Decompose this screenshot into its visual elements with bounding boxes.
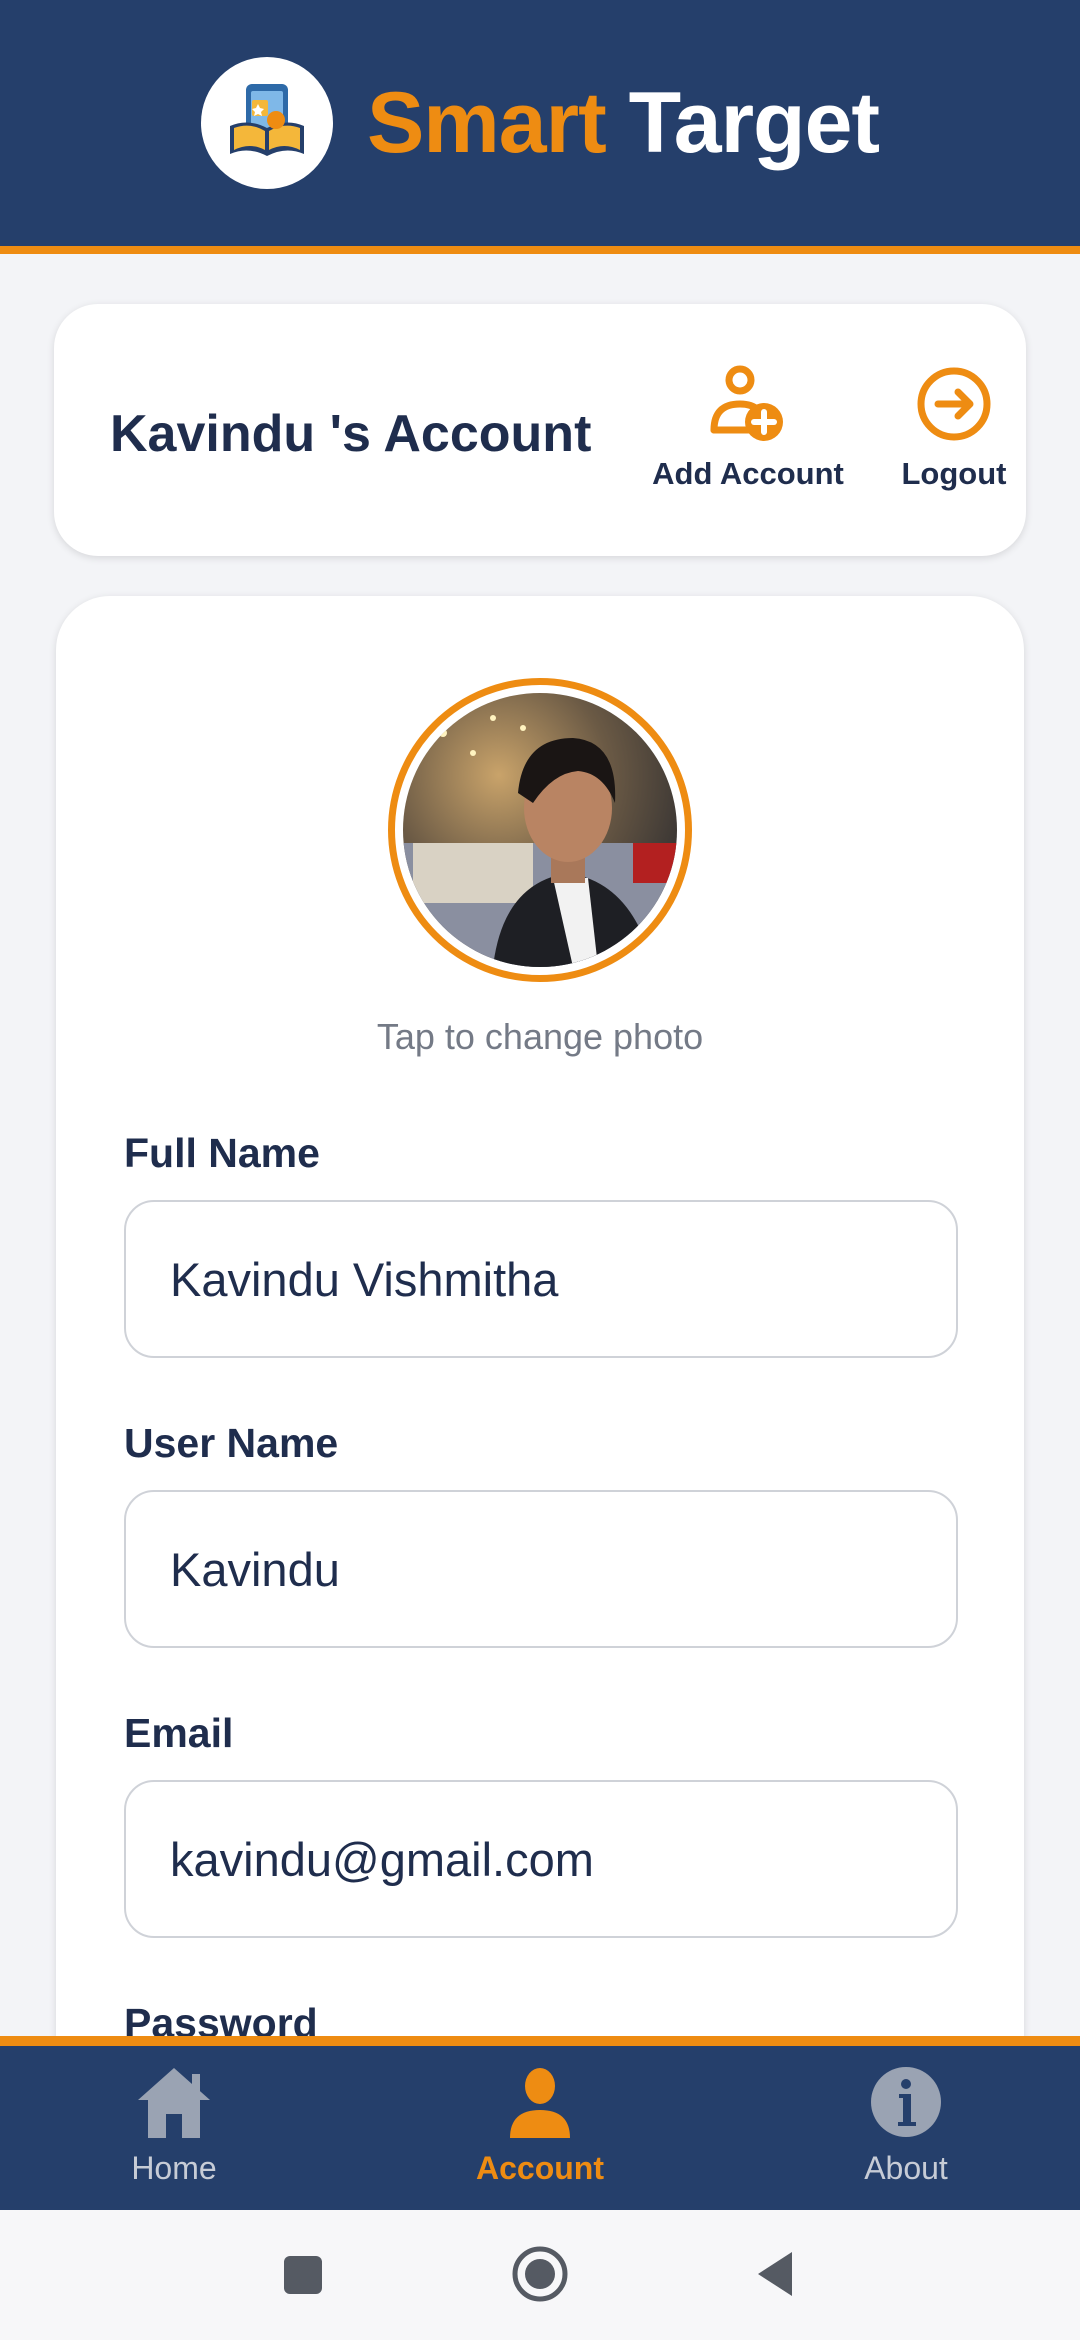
app-title: Smart Target: [366, 74, 880, 173]
logout-icon: [917, 367, 991, 441]
account-card: Kavindu 's Account Add Account Logout: [54, 304, 1026, 556]
full-name-label: Full Name: [124, 1130, 320, 1176]
email-label: Email: [124, 1710, 234, 1756]
system-nav-bar: [0, 2210, 1080, 2340]
recents-icon[interactable]: [282, 2254, 324, 2296]
avatar[interactable]: [388, 678, 692, 982]
account-title: Kavindu 's Account: [110, 405, 592, 463]
home-button-icon[interactable]: [510, 2244, 570, 2304]
app-logo: [200, 57, 333, 189]
nav-about-label: About: [864, 2150, 948, 2186]
home-icon: [138, 2068, 210, 2138]
brand-target: Target: [628, 74, 880, 171]
profile-card: Tap to change photo Full Name Kavindu Vi…: [56, 596, 1024, 2096]
user-name-field[interactable]: Kavindu: [124, 1490, 958, 1648]
nav-home[interactable]: Home: [64, 2064, 284, 2187]
brand-smart: Smart: [366, 74, 607, 171]
full-name-field[interactable]: Kavindu Vishmitha: [124, 1200, 958, 1358]
person-icon: [510, 2068, 570, 2138]
bottom-nav: Home Account About: [0, 2036, 1080, 2210]
info-icon: [871, 2067, 941, 2137]
app-header: Smart Target: [0, 0, 1080, 254]
add-account-button[interactable]: Add Account: [648, 364, 848, 492]
add-user-icon: [710, 365, 783, 441]
tap-to-change-photo[interactable]: Tap to change photo: [56, 1016, 1024, 1058]
nav-home-label: Home: [131, 2150, 217, 2186]
email-field[interactable]: kavindu@gmail.com: [124, 1780, 958, 1938]
profile-photo: [403, 693, 677, 967]
logout-button[interactable]: Logout: [854, 364, 1054, 492]
add-account-label: Add Account: [652, 456, 844, 491]
user-name-label: User Name: [124, 1420, 339, 1466]
nav-about[interactable]: About: [796, 2064, 1016, 2187]
back-icon[interactable]: [754, 2250, 796, 2298]
logout-label: Logout: [901, 456, 1007, 491]
book-phone-logo-icon: [229, 84, 304, 156]
nav-account[interactable]: Account: [430, 2064, 650, 2187]
nav-account-label: Account: [476, 2150, 604, 2186]
